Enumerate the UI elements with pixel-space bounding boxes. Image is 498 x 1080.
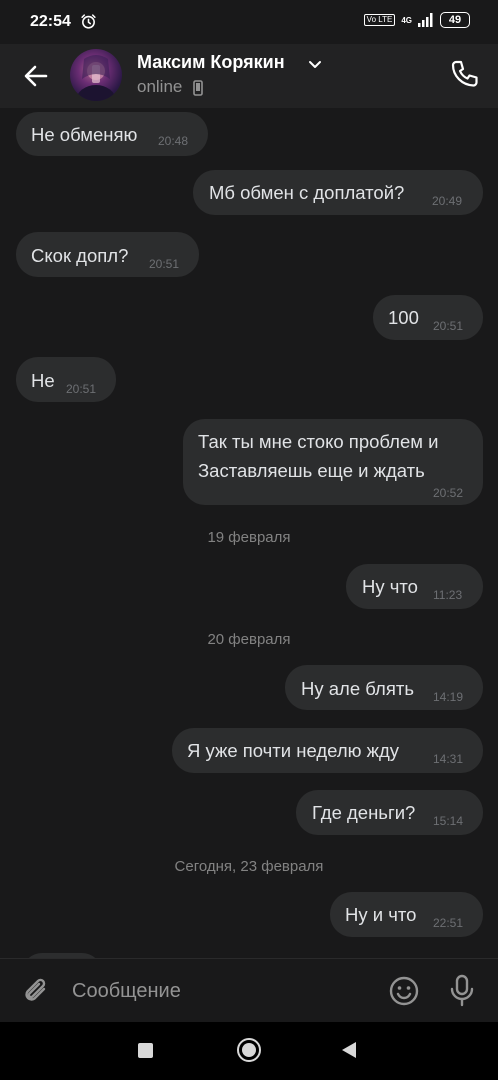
message-outgoing[interactable]: Мб обмен с доплатой? 20:49: [193, 170, 483, 215]
message-time: 20:51: [66, 382, 97, 396]
date-separator: 20 февраля: [207, 631, 291, 648]
chevron-down-icon[interactable]: [308, 58, 322, 72]
volte-indicator: Vo LTE: [363, 14, 396, 26]
home-button[interactable]: [237, 1038, 261, 1062]
message-outgoing[interactable]: Ну что 11:23: [346, 564, 483, 609]
recent-apps-button[interactable]: [138, 1043, 153, 1058]
date-separator: 19 февраля: [207, 529, 291, 546]
phone-call-icon[interactable]: [448, 58, 480, 90]
chat-header: Максим Корякин online: [0, 44, 498, 108]
message-time: 20:48: [158, 134, 189, 148]
signal-icon: [418, 13, 433, 27]
status-indicators: Vo LTE 4G 49: [363, 12, 470, 28]
message-text: 100: [388, 307, 419, 328]
message-input[interactable]: [72, 975, 372, 1007]
message-outgoing[interactable]: Где деньги? 15:14: [296, 790, 483, 835]
message-text: Скок допл?: [31, 245, 129, 266]
message-outgoing[interactable]: Ну и что 22:51: [330, 892, 483, 937]
contact-name[interactable]: Максим Корякин: [137, 52, 285, 73]
microphone-icon[interactable]: [446, 973, 478, 1007]
message-outgoing[interactable]: Ну але блять 14:19: [285, 665, 483, 710]
message-time: 22:51: [433, 916, 464, 930]
system-navigation-bar: [0, 1022, 498, 1080]
mobile-device-icon: [193, 80, 203, 96]
message-text: Так ты мне стоко проблем и Заставляешь е…: [198, 431, 439, 481]
message-incoming[interactable]: Не 20:51: [16, 357, 116, 402]
back-arrow-icon[interactable]: [20, 60, 52, 92]
online-status: online: [137, 77, 183, 96]
message-outgoing[interactable]: Так ты мне стоко проблем и Заставляешь е…: [183, 419, 483, 505]
emoji-icon[interactable]: [388, 975, 420, 1007]
message-time: 14:31: [433, 752, 464, 766]
date-separator: Сегодня, 23 февраля: [174, 858, 324, 875]
message-incoming[interactable]: Не обменяю 20:48: [16, 112, 208, 156]
message-text: Я уже почти неделю жду: [187, 740, 400, 761]
message-text: Ну але блять: [301, 678, 414, 699]
message-time: 20:51: [433, 319, 464, 333]
message-time: 20:52: [433, 486, 464, 500]
message-text: Ну и что: [345, 904, 417, 925]
message-list[interactable]: Не обменяю 20:48 Мб обмен с доплатой? 20…: [0, 108, 498, 958]
alarm-icon: [81, 14, 96, 29]
message-outgoing[interactable]: 100 20:51: [373, 295, 483, 340]
message-time: 11:23: [433, 588, 463, 602]
message-time: 14:19: [433, 690, 464, 704]
message-time: 20:51: [149, 257, 180, 271]
message-text: Не: [31, 370, 55, 391]
message-text: Ну что: [362, 576, 418, 597]
status-bar: 22:54 Vo LTE 4G 49: [0, 0, 498, 44]
paperclip-icon[interactable]: [20, 975, 52, 1007]
message-time: 20:49: [432, 194, 463, 208]
battery-indicator: 49: [440, 12, 470, 28]
avatar[interactable]: [70, 49, 122, 101]
status-time: 22:54: [30, 13, 71, 30]
message-time: 15:14: [433, 814, 464, 828]
message-composer: [0, 958, 498, 1022]
system-back-button[interactable]: [342, 1042, 356, 1058]
message-outgoing[interactable]: Я уже почти неделю жду 14:31: [172, 728, 483, 773]
network-type: 4G: [401, 15, 412, 25]
message-text: Не обменяю: [31, 124, 138, 145]
message-text: Мб обмен с доплатой?: [209, 182, 405, 203]
message-incoming[interactable]: Скок допл? 20:51: [16, 232, 199, 277]
message-text: Где деньги?: [312, 802, 416, 823]
avatar-image: [76, 55, 116, 101]
